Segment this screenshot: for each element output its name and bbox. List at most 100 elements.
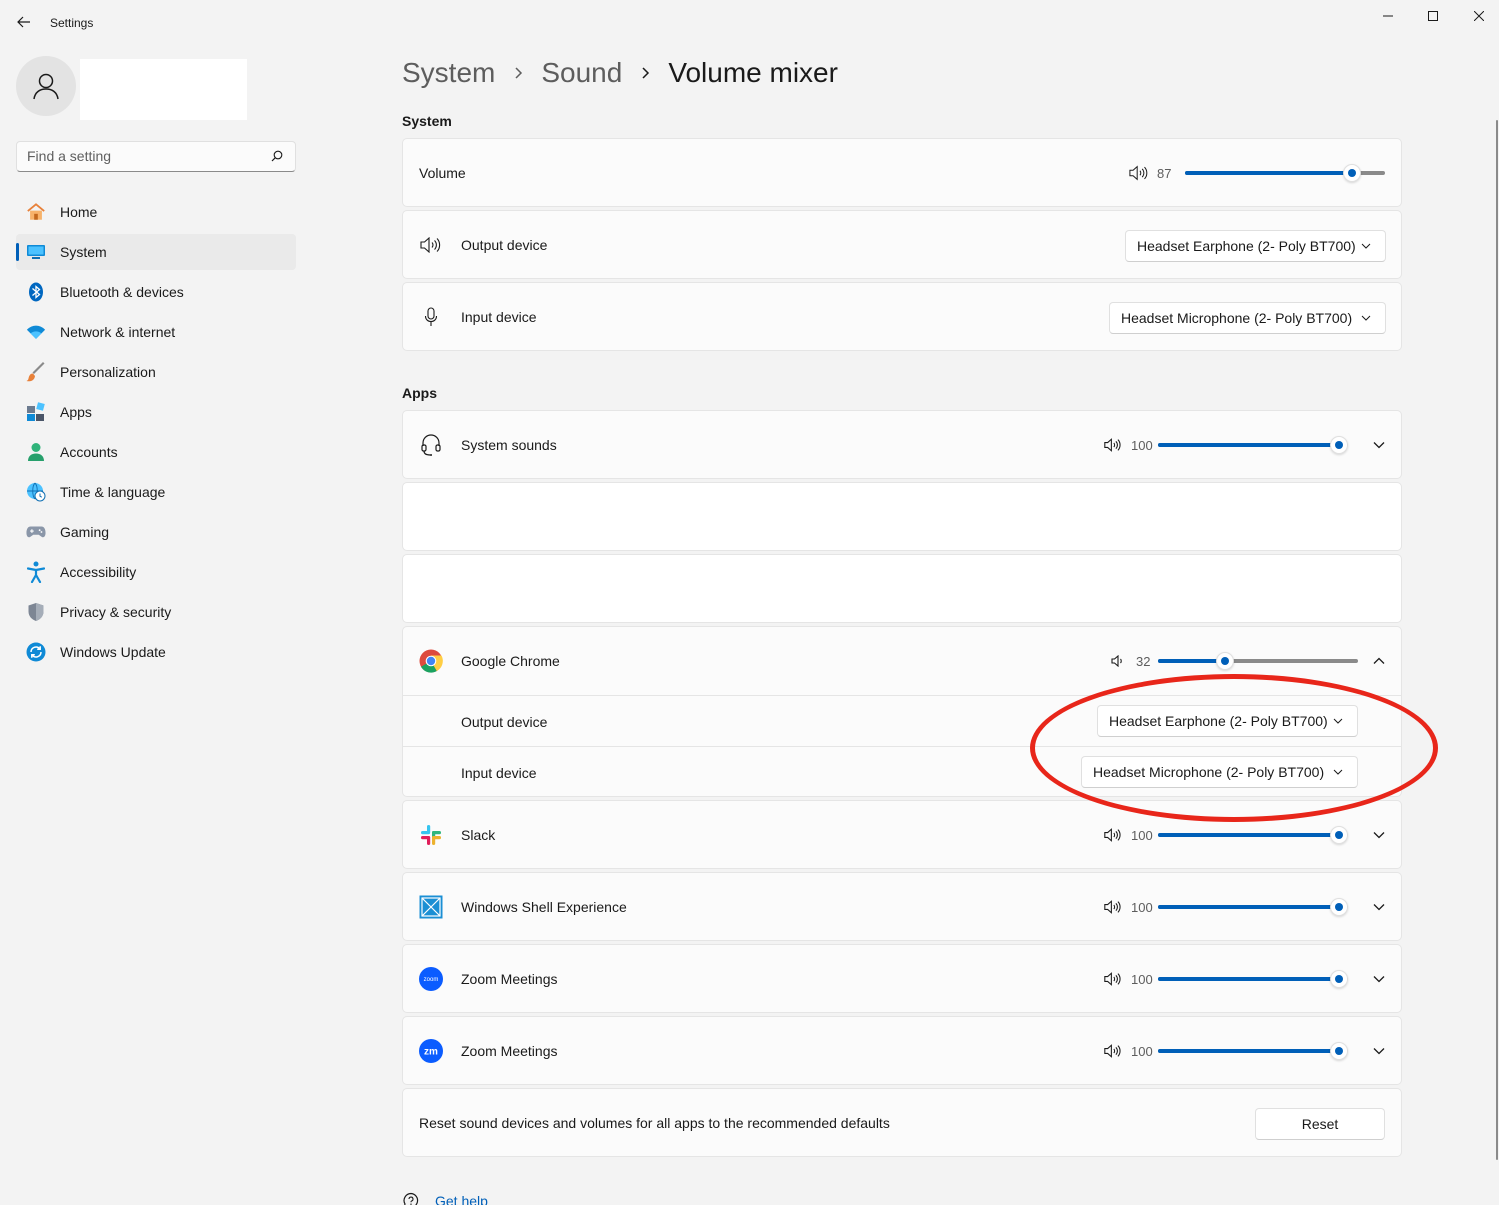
- output-device-dropdown[interactable]: Headset Earphone (2- Poly BT700): [1125, 230, 1386, 262]
- volume-slider[interactable]: [1158, 898, 1348, 916]
- sidebar-item-network[interactable]: Network & internet: [16, 314, 296, 350]
- chrome-icon: [419, 649, 443, 673]
- minimize-button[interactable]: [1376, 6, 1400, 26]
- volume-slider[interactable]: [1158, 436, 1348, 454]
- breadcrumb-sound[interactable]: Sound: [541, 57, 622, 89]
- app-name: Google Chrome: [461, 653, 560, 669]
- sidebar-item-bluetooth[interactable]: Bluetooth & devices: [16, 274, 296, 310]
- dropdown-value: Headset Earphone (2- Poly BT700): [1137, 238, 1356, 254]
- chevron-down-icon[interactable]: [1371, 971, 1387, 987]
- user-icon: [33, 73, 59, 100]
- avatar[interactable]: [16, 56, 76, 116]
- sidebar-item-accessibility[interactable]: Accessibility: [16, 554, 296, 590]
- sidebar-item-label: System: [60, 244, 107, 260]
- chevron-down-icon[interactable]: [1371, 1043, 1387, 1059]
- volume-slider[interactable]: [1158, 652, 1358, 670]
- back-button[interactable]: [12, 10, 36, 34]
- app-volume-control: 32: [1108, 649, 1358, 673]
- slider-fill: [1158, 977, 1339, 981]
- microphone-icon: [419, 305, 443, 329]
- reset-button[interactable]: Reset: [1255, 1108, 1385, 1140]
- svg-text:zoom: zoom: [424, 977, 439, 983]
- accessibility-icon: [26, 561, 46, 583]
- get-help-link[interactable]: Get help: [435, 1193, 488, 1205]
- scrollbar[interactable]: [1496, 120, 1498, 1160]
- dropdown-value: Headset Microphone (2- Poly BT700): [1093, 764, 1325, 780]
- chevron-down-icon[interactable]: [1371, 437, 1387, 453]
- volume-slider[interactable]: [1185, 164, 1385, 182]
- close-button[interactable]: [1467, 6, 1491, 26]
- sidebar-item-personalization[interactable]: Personalization: [16, 354, 296, 390]
- system-volume-control: 87: [1129, 161, 1387, 185]
- volume-value: 100: [1131, 828, 1153, 843]
- reset-card: Reset sound devices and volumes for all …: [402, 1088, 1402, 1157]
- slider-thumb[interactable]: [1330, 970, 1348, 988]
- sidebar-item-accounts[interactable]: Accounts: [16, 434, 296, 470]
- speaker-icon[interactable]: [1103, 1042, 1123, 1060]
- chevron-down-icon: [1361, 315, 1371, 321]
- sidebar-item-privacy[interactable]: Privacy & security: [16, 594, 296, 630]
- chevron-down-icon: [1333, 718, 1343, 724]
- slider-thumb[interactable]: [1216, 652, 1234, 670]
- shield-icon: [26, 602, 46, 622]
- app-card-windows-shell[interactable]: Windows Shell Experience 100: [402, 872, 1402, 941]
- app-volume-control: 100: [1103, 1039, 1351, 1063]
- slider-thumb[interactable]: [1330, 898, 1348, 916]
- sidebar-item-system[interactable]: System: [16, 234, 296, 270]
- volume-slider[interactable]: [1158, 826, 1348, 844]
- slack-icon: [419, 823, 443, 847]
- input-device-label: Input device: [461, 309, 537, 325]
- chrome-input-row: Input device Headset Microphone (2- Poly…: [403, 746, 1401, 797]
- zoom-icon: zm: [419, 1039, 443, 1063]
- speaker-icon[interactable]: [1103, 970, 1123, 988]
- app-card-zoom-meetings[interactable]: zoom Zoom Meetings 100: [402, 944, 1402, 1013]
- volume-value: 100: [1131, 900, 1153, 915]
- volume-slider[interactable]: [1158, 970, 1348, 988]
- volume-slider[interactable]: [1158, 1042, 1348, 1060]
- app-card-slack[interactable]: Slack 100: [402, 800, 1402, 869]
- section-system-label: System: [402, 113, 452, 129]
- speaker-icon[interactable]: [1103, 436, 1123, 454]
- speaker-low-icon[interactable]: [1108, 652, 1128, 670]
- sidebar-item-label: Network & internet: [60, 324, 176, 340]
- app-card-google-chrome: Google Chrome 32 Output device Headset E…: [402, 626, 1402, 797]
- chrome-input-dropdown[interactable]: Headset Microphone (2- Poly BT700): [1081, 756, 1358, 788]
- app-card-zoom-meetings[interactable]: zm Zoom Meetings 100: [402, 1016, 1402, 1085]
- redacted-app-card: [402, 554, 1402, 623]
- search-input[interactable]: [27, 148, 257, 164]
- slider-thumb[interactable]: [1343, 164, 1361, 182]
- sidebar-item-time-language[interactable]: Time & language: [16, 474, 296, 510]
- input-device-dropdown[interactable]: Headset Microphone (2- Poly BT700): [1109, 302, 1386, 334]
- app-name: Slack: [461, 827, 496, 843]
- slider-thumb[interactable]: [1330, 436, 1348, 454]
- slider-fill: [1158, 659, 1225, 663]
- chevron-down-icon[interactable]: [1371, 899, 1387, 915]
- speaker-icon[interactable]: [1129, 164, 1149, 182]
- chevron-down-icon: [1333, 769, 1343, 775]
- sidebar-item-gaming[interactable]: Gaming: [16, 514, 296, 550]
- app-card-system-sounds[interactable]: System sounds 100: [402, 410, 1402, 479]
- sidebar-item-windows-update[interactable]: Windows Update: [16, 634, 296, 670]
- slider-fill: [1158, 833, 1339, 837]
- help-icon: [403, 1192, 419, 1205]
- volume-value: 87: [1157, 166, 1172, 181]
- volume-label: Volume: [419, 165, 466, 181]
- slider-thumb[interactable]: [1330, 1042, 1348, 1060]
- sidebar-item-apps[interactable]: Apps: [16, 394, 296, 430]
- chevron-down-icon[interactable]: [1371, 827, 1387, 843]
- input-device-label: Input device: [461, 765, 537, 781]
- speaker-icon[interactable]: [1103, 898, 1123, 916]
- headset-icon: [419, 433, 443, 457]
- sidebar: Home System Bluetooth & devices Network …: [0, 46, 310, 1205]
- search-box[interactable]: [16, 141, 296, 172]
- chevron-up-icon[interactable]: [1371, 653, 1387, 669]
- sidebar-item-home[interactable]: Home: [16, 194, 296, 230]
- maximize-button[interactable]: [1421, 6, 1445, 26]
- system-icon: [26, 242, 46, 262]
- chrome-output-dropdown[interactable]: Headset Earphone (2- Poly BT700): [1097, 705, 1358, 737]
- close-icon: [1474, 11, 1484, 21]
- slider-thumb[interactable]: [1330, 826, 1348, 844]
- speaker-icon[interactable]: [1103, 826, 1123, 844]
- breadcrumb-system[interactable]: System: [402, 57, 495, 89]
- app-card-header[interactable]: Google Chrome 32: [403, 627, 1401, 695]
